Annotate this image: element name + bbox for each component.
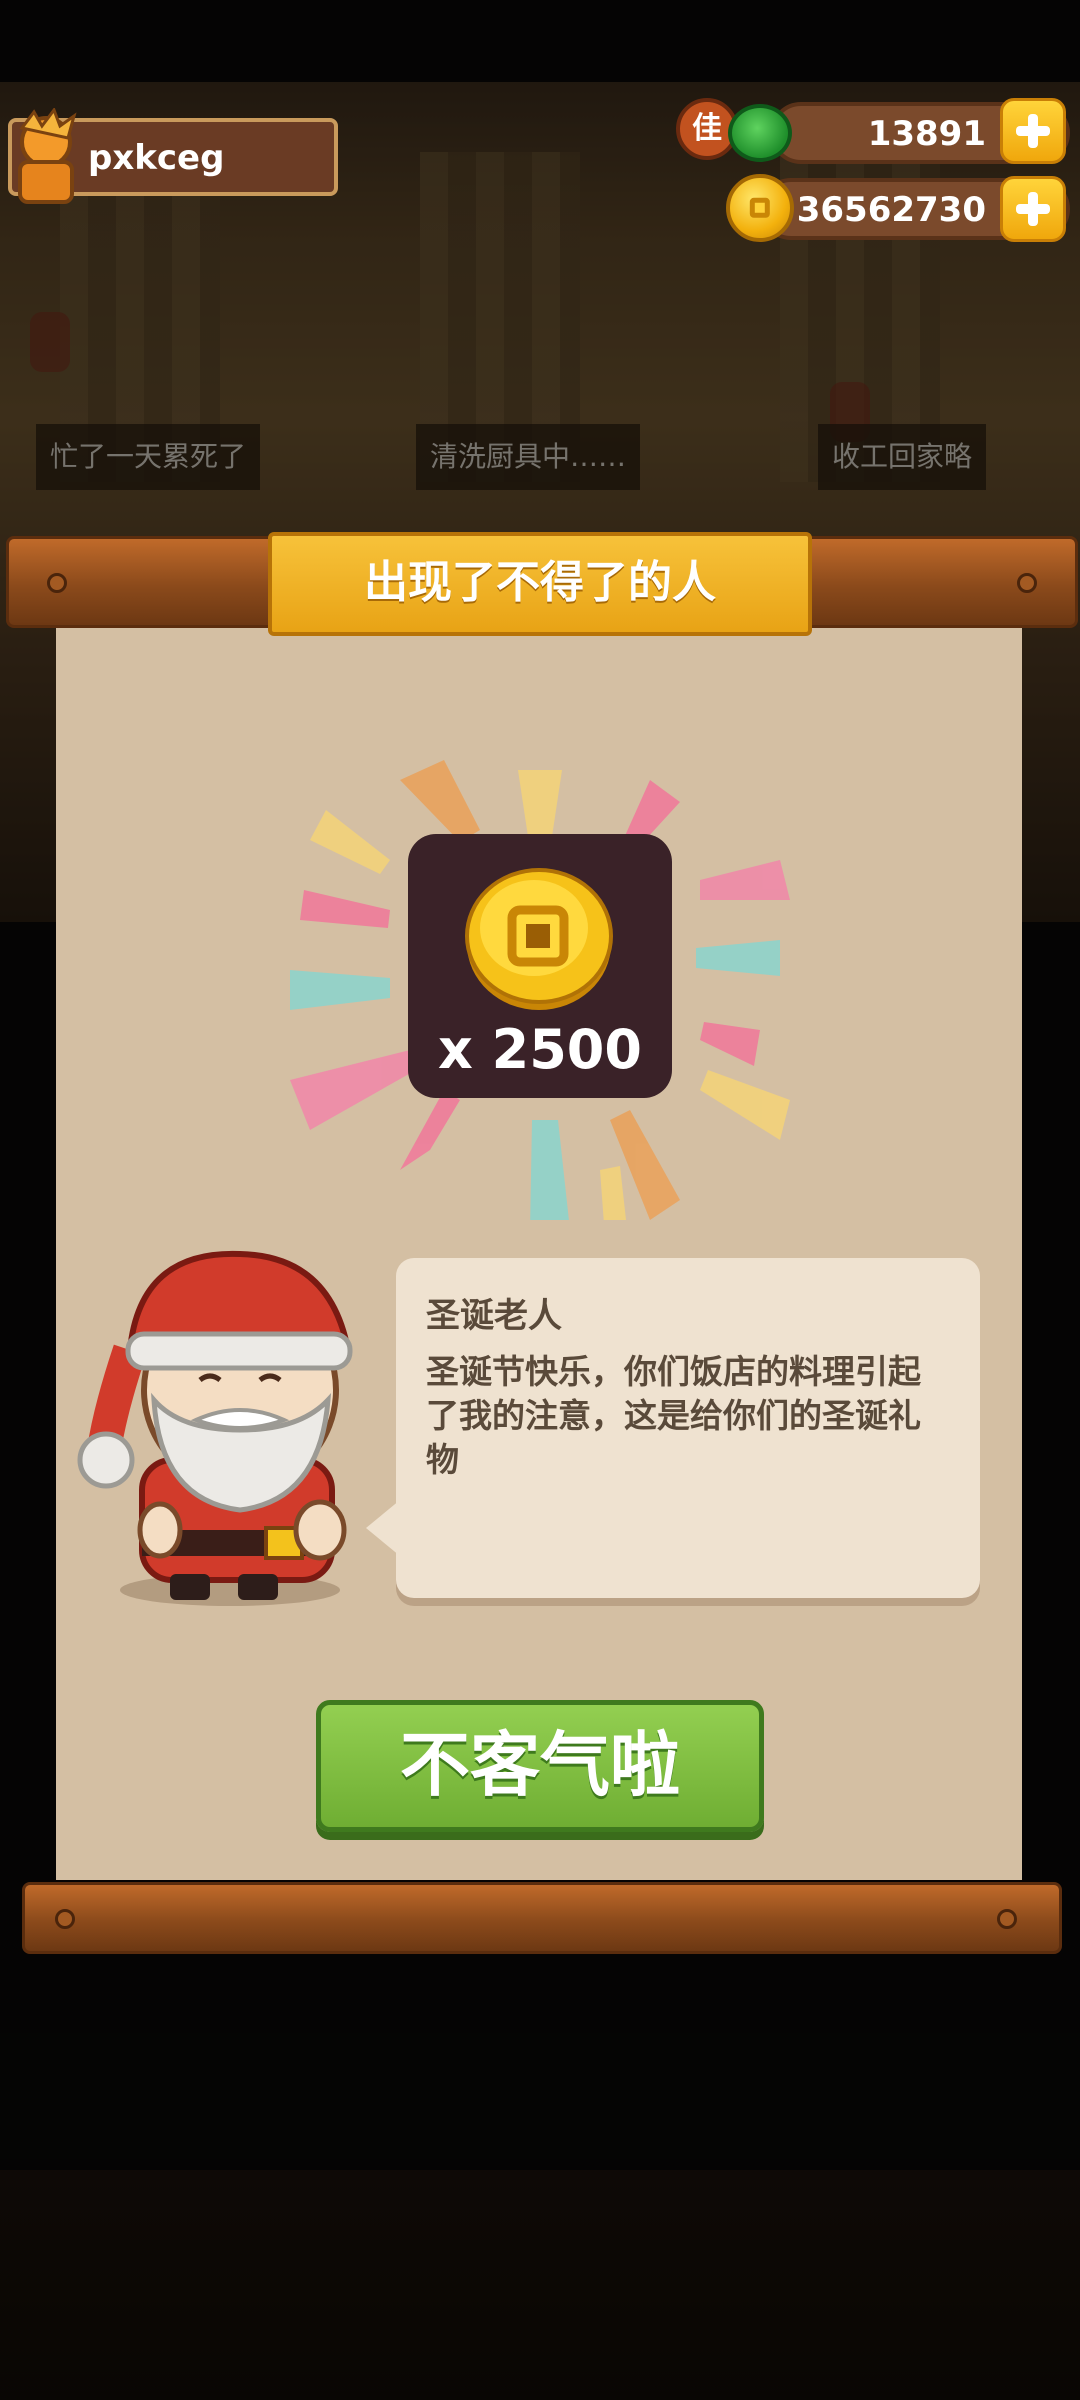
player-profile[interactable]: pxkceg (8, 108, 338, 204)
speaker-name: 圣诞老人 (426, 1296, 562, 1336)
green-jade-icon (728, 104, 792, 162)
gold-coin-icon (465, 868, 613, 1010)
speech-bubble-tail (366, 1500, 400, 1556)
confirm-button[interactable]: 不客气啦 (316, 1700, 764, 1832)
santa-claus-icon (77, 1250, 353, 1606)
scroll-bottom-rod (22, 1882, 1062, 1954)
reward-item: x 2500 (408, 834, 672, 1098)
speech-bubble: 圣诞老人 圣诞节快乐，你们饭店的料理引起了我的注意，这是给你们的圣诞礼物 (396, 1258, 980, 1598)
player-name: pxkceg (88, 138, 225, 178)
jade-amount: 13891 (867, 114, 986, 154)
dialog-title: 出现了不得了的人 (268, 532, 812, 636)
add-coin-button[interactable] (1000, 176, 1066, 242)
orange-character-avatar-icon (18, 108, 77, 204)
coin-amount: 36562730 (796, 190, 986, 230)
speech-text: 圣诞节快乐，你们饭店的料理引起了我的注意，这是给你们的圣诞礼物 (426, 1352, 921, 1479)
reward-quantity: x 2500 (438, 1018, 642, 1081)
add-jade-button[interactable] (1000, 98, 1066, 164)
gold-coin-icon (726, 174, 794, 242)
